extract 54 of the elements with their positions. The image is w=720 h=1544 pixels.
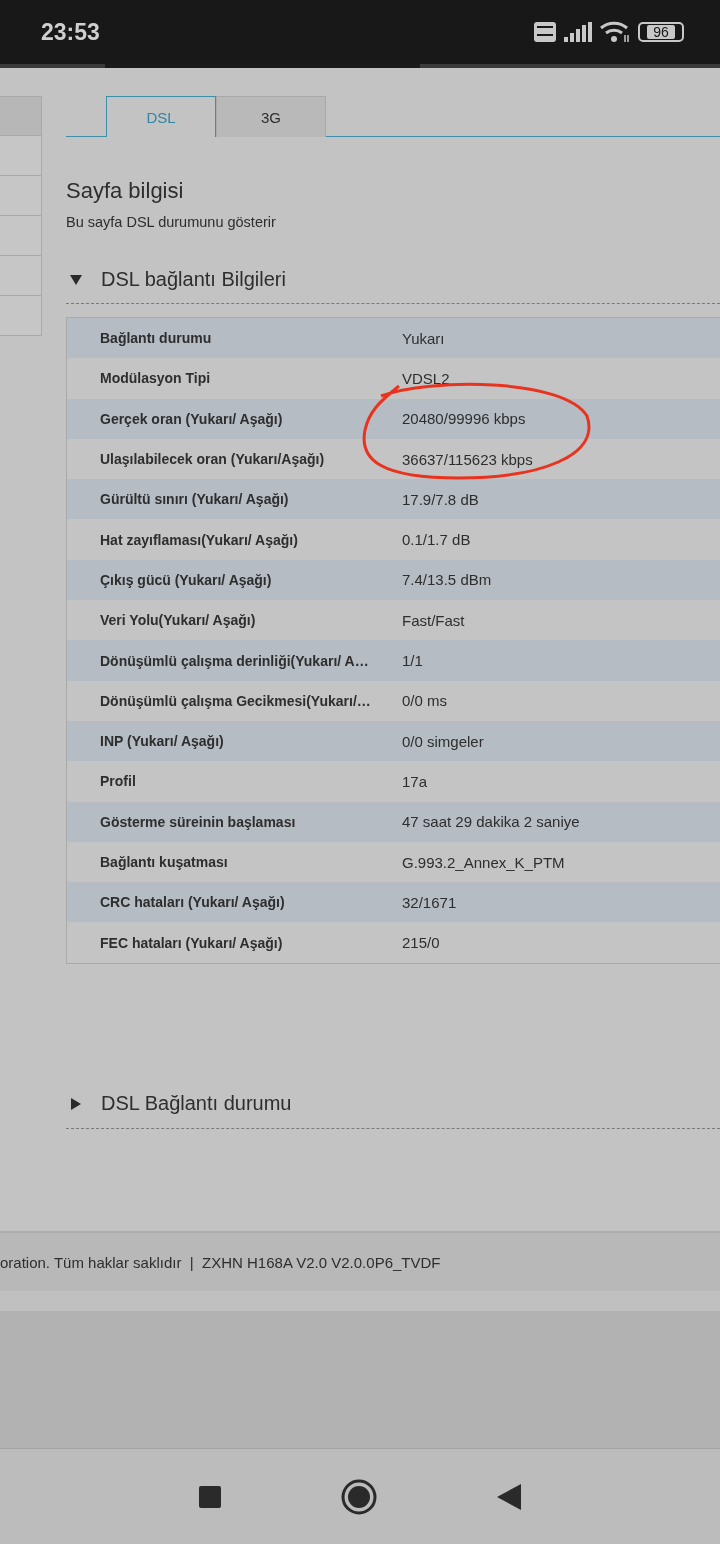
field-label: INP (Yukarı/ Aşağı) — [100, 733, 225, 750]
page-description: Bu sayfa DSL durumunu gösterir — [66, 213, 277, 231]
section-title[interactable]: DSL bağlantı Bilgileri — [101, 267, 286, 291]
field-value: 17.9/7.8 dB — [402, 490, 479, 508]
field-value: 215/0 — [402, 934, 440, 952]
field-value: 32/1671 — [402, 893, 457, 911]
field-label: Ulaşılabilecek oran (Yukarı/Aşağı) — [100, 451, 326, 468]
sidebar-item[interactable] — [0, 96, 42, 136]
field-label: Bağlantı kuşatması — [100, 854, 229, 870]
field-value: Yukarı — [402, 329, 445, 347]
recents-icon[interactable] — [199, 1485, 221, 1508]
field-value: 0/0 simgeler — [402, 732, 484, 750]
field-label: Dönüşümlü çalışma derinliği(Yukarı/ A… — [100, 652, 370, 669]
back-icon[interactable] — [497, 1483, 521, 1510]
field-label: Bağlantı durumu — [100, 330, 213, 347]
sidebar-item[interactable] — [0, 296, 42, 336]
field-value: G.993.2_Annex_K_PTM — [402, 853, 565, 871]
field-value: 1/1 — [402, 652, 423, 669]
home-icon[interactable] — [341, 1478, 377, 1515]
collapse-triangle-icon[interactable] — [69, 272, 83, 286]
field-label: Dönüşümlü çalışma Gecikmesi(Yukarı/… — [100, 692, 372, 709]
field-label: Veri Yolu(Yukarı/ Aşağı) — [100, 612, 257, 629]
field-value: 7.4/13.5 dBm — [402, 571, 492, 589]
signal-icon — [564, 22, 592, 42]
clock-time: 23:53 — [41, 18, 100, 46]
copyright-text: oration. Tüm haklar saklıdır | ZXHN H168A V2.0 V2.0.0P6_TVDF — [0, 1253, 441, 1271]
volte-icon — [534, 22, 556, 42]
field-value: 0/0 ms — [402, 692, 447, 710]
sidebar-item[interactable] — [0, 176, 42, 216]
field-label: Çıkış gücü (Yukarı/ Aşağı) — [100, 571, 273, 588]
field-label: FEC hataları (Yukarı/ Aşağı) — [100, 934, 284, 951]
field-label: Hat zayıflaması(Yukarı/ Aşağı) — [100, 531, 299, 548]
field-value: 17a — [402, 772, 428, 790]
battery-icon: 96 — [638, 22, 684, 42]
expand-triangle-icon[interactable] — [69, 1096, 83, 1111]
field-label: Modülasyon Tipi — [100, 370, 212, 387]
field-label: Profil — [100, 773, 137, 790]
page-title: Sayfa bilgisi — [66, 177, 185, 205]
section-title[interactable]: DSL Bağlantı durumu — [101, 1092, 292, 1116]
field-value: Fast/Fast — [402, 611, 465, 629]
tab[interactable]: 3G — [216, 96, 326, 137]
field-label: CRC hataları (Yukarı/ Aşağı) — [100, 894, 286, 911]
field-value: 36637/115623 kbps — [402, 450, 533, 468]
field-value: 20480/99996 kbps — [402, 410, 526, 428]
sidebar-item[interactable] — [0, 216, 42, 256]
field-label: Gösterme süreinin başlaması — [100, 813, 297, 830]
field-value: VDSL2 — [402, 369, 450, 387]
field-label: Gürültü sınırı (Yukarı/ Aşağı) — [100, 491, 290, 508]
sidebar-item[interactable] — [0, 256, 42, 296]
field-value: 47 saat 29 dakika 2 saniye — [402, 813, 580, 831]
wifi-icon — [600, 21, 630, 43]
field-value: 0.1/1.7 dB — [402, 531, 471, 549]
field-label: Gerçek oran (Yukarı/ Aşağı) — [100, 410, 284, 427]
sidebar-item[interactable] — [0, 136, 42, 176]
